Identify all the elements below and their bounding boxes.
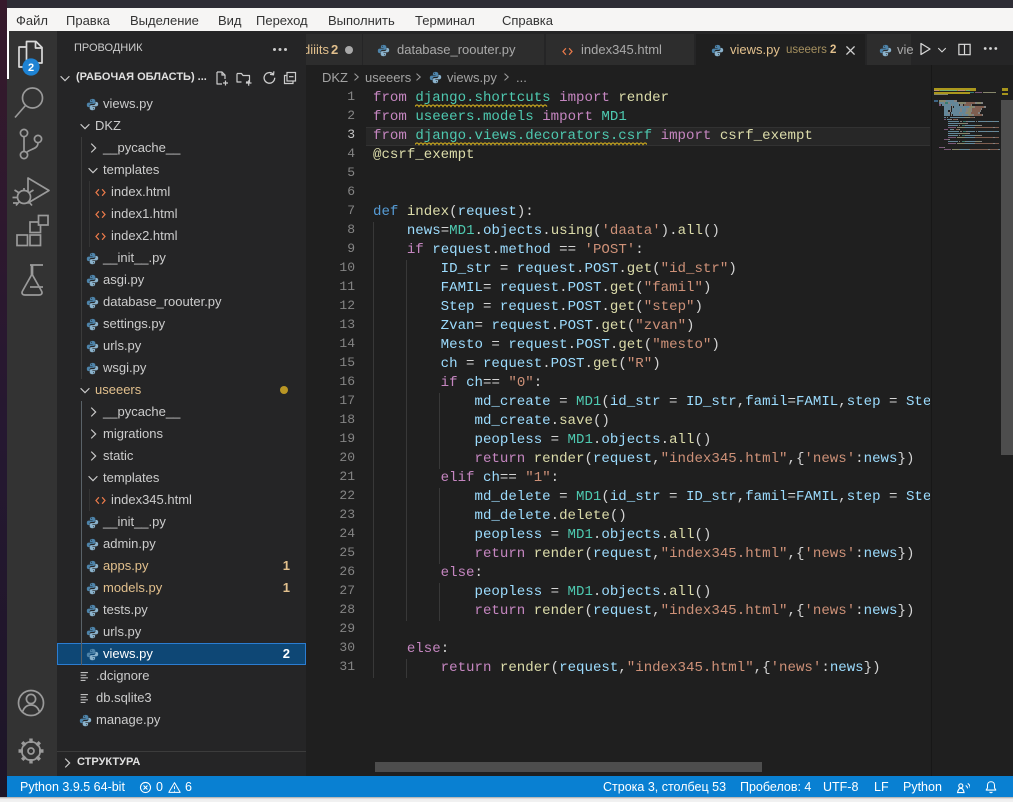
svg-text:2: 2: [28, 62, 34, 74]
